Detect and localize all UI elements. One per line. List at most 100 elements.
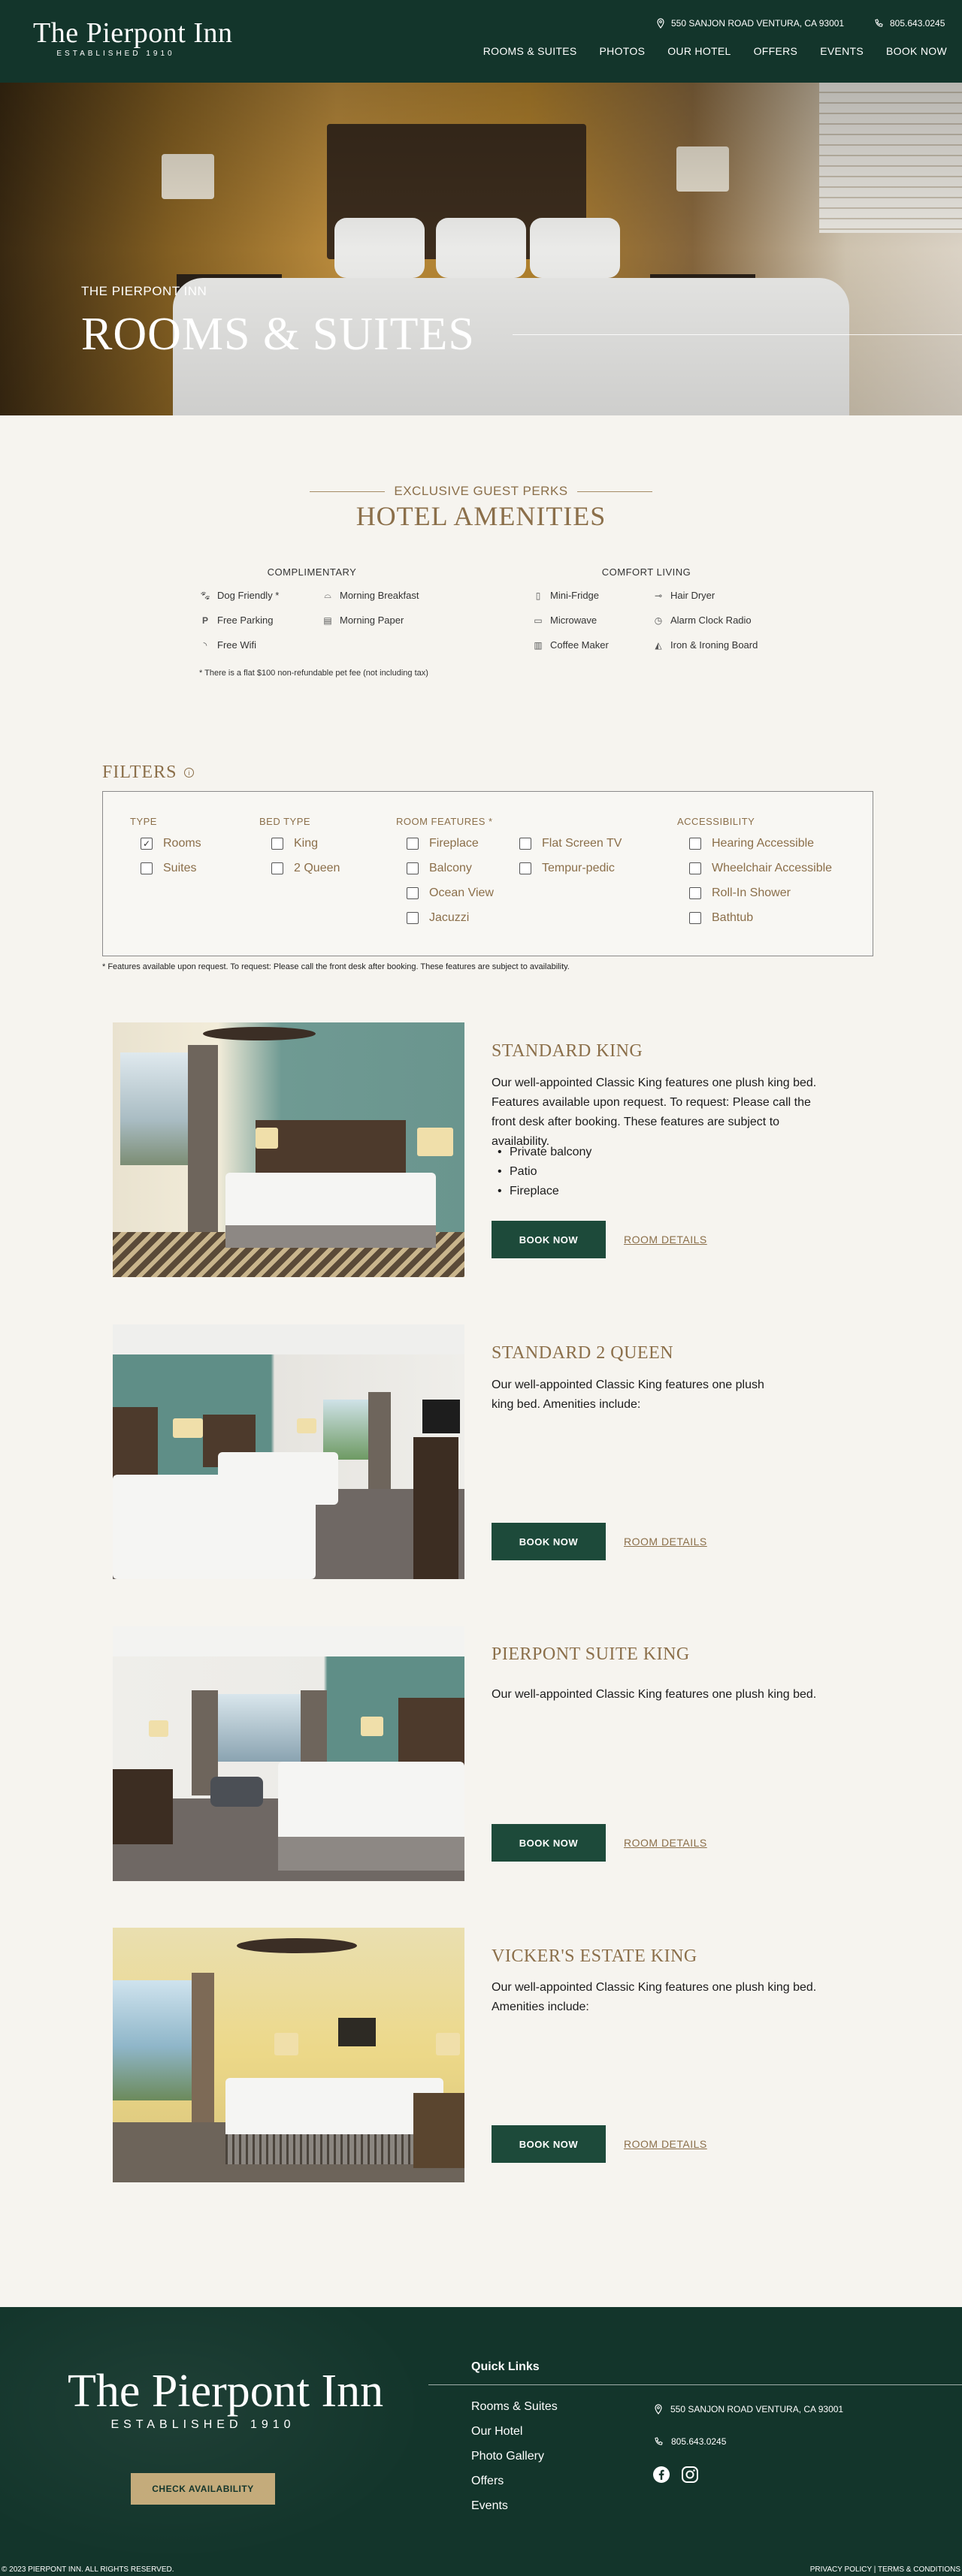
nav-rooms-suites[interactable]: ROOMS & SUITES [483,45,577,57]
room-details-link[interactable]: ROOM DETAILS [624,1837,707,1849]
checkbox[interactable] [689,862,701,874]
amenity-free-wifi: ◝ Free Wifi [199,639,256,651]
footer-logo-name: The Pierpont Inn [68,2366,384,2417]
amenity-microwave: ▭ Microwave [532,615,597,626]
footer-link-events[interactable]: Events [471,2499,508,2513]
book-now-button[interactable]: BOOK NOW [492,2125,606,2163]
filter-ocean-view[interactable]: Ocean View [407,886,494,900]
book-now-button[interactable]: BOOK NOW [492,1824,606,1862]
iron-icon: ◭ [655,639,662,651]
amenity-label: Microwave [550,615,597,626]
fridge-icon: ▯ [535,590,541,601]
footer-logo[interactable]: The Pierpont Inn ESTABLISHED 1910 [68,2366,384,2432]
amenity-iron: ◭ Iron & Ironing Board [652,639,758,651]
filter-option-label: Jacuzzi [429,911,470,924]
main-nav: ROOMS & SUITES PHOTOS OUR HOTEL OFFERS E… [483,45,947,57]
filter-option-label: Flat Screen TV [542,837,622,850]
room-details-link[interactable]: ROOM DETAILS [624,2138,707,2150]
filter-king[interactable]: King [271,837,318,850]
filter-flat-screen-tv[interactable]: Flat Screen TV [519,837,622,850]
amenity-mini-fridge: ▯ Mini-Fridge [532,590,599,601]
room-image-vickers-estate-king[interactable] [113,1928,464,2182]
checkbox[interactable] [519,862,531,874]
nav-our-hotel[interactable]: OUR HOTEL [667,45,731,57]
checkbox-checked[interactable]: ✓ [141,838,153,850]
filter-hearing-accessible[interactable]: Hearing Accessible [689,837,814,850]
header-phone-text: 805.643.0245 [890,18,945,29]
footer-link-offers[interactable]: Offers [471,2475,504,2488]
book-now-button[interactable]: BOOK NOW [492,1221,606,1258]
room-feature-item: Fireplace [492,1182,591,1201]
nav-events[interactable]: EVENTS [820,45,864,57]
footer-link-rooms-suites[interactable]: Rooms & Suites [471,2400,558,2414]
filter-option-label: Hearing Accessible [712,837,815,850]
checkbox[interactable] [689,912,701,924]
site-logo[interactable]: The Pierpont Inn ESTABLISHED 1910 [33,17,233,58]
microwave-icon: ▭ [534,615,543,626]
nav-book-now[interactable]: BOOK NOW [886,45,947,57]
quick-links-title: Quick Links [471,2360,540,2373]
room-details-link[interactable]: ROOM DETAILS [624,1536,707,1548]
header-address[interactable]: 550 SANJON ROAD VENTURA, CA 93001 [656,18,844,29]
amenity-hair-dryer: ⊸ Hair Dryer [652,590,715,601]
checkbox[interactable] [407,912,419,924]
checkbox[interactable] [141,862,153,874]
checkbox[interactable] [407,862,419,874]
filter-option-label: Bathtub [712,911,754,924]
room-description: Our well-appointed Classic King features… [492,1077,817,1148]
footer-link-our-hotel[interactable]: Our Hotel [471,2425,522,2439]
footer-link-photo-gallery[interactable]: Photo Gallery [471,2450,544,2463]
room-title: STANDARD 2 QUEEN [492,1343,674,1363]
check-availability-button[interactable]: CHECK AVAILABILITY [131,2473,275,2505]
complimentary-heading: COMPLIMENTARY [267,566,357,578]
logo-name: The Pierpont Inn [33,17,233,49]
filter-option-label: Wheelchair Accessible [712,862,833,874]
checkbox[interactable] [519,838,531,850]
nav-photos[interactable]: PHOTOS [600,45,646,57]
filter-wheelchair-accessible[interactable]: Wheelchair Accessible [689,862,832,875]
filter-balcony[interactable]: Balcony [407,862,472,875]
wifi-icon: ◝ [203,639,207,651]
info-icon[interactable]: i [184,768,195,778]
footer-address[interactable]: 550 SANJON ROAD VENTURA, CA 93001 [654,2404,843,2414]
room-description: Our well-appointed Classic King features… [492,1379,764,1411]
nav-offers[interactable]: OFFERS [754,45,798,57]
amenity-label: Coffee Maker [550,639,609,651]
parking-icon: P [201,615,208,626]
filter-2-queen[interactable]: 2 Queen [271,862,340,875]
room-details-link[interactable]: ROOM DETAILS [624,1234,707,1246]
alarm-clock-icon: ◷ [654,615,663,626]
facebook-icon[interactable] [652,2466,670,2484]
filters-title-text: FILTERS [102,763,177,782]
checkbox[interactable] [271,838,283,850]
filter-option-label: Ocean View [429,886,494,899]
checkbox[interactable] [689,887,701,899]
header-address-text: 550 SANJON ROAD VENTURA, CA 93001 [671,18,845,29]
header-phone[interactable]: 805.643.0245 [874,18,945,29]
cloche-icon: ⌓ [324,590,331,600]
filter-jacuzzi[interactable]: Jacuzzi [407,911,469,925]
filter-roll-in-shower[interactable]: Roll-In Shower [689,886,791,900]
room-description: Our well-appointed Classic King features… [492,1981,817,2013]
legal-links[interactable]: PRIVACY POLICY | TERMS & CONDITIONS [810,2565,960,2574]
filter-bathtub[interactable]: Bathtub [689,911,753,925]
instagram-icon[interactable] [681,2466,699,2484]
footer-phone[interactable]: 805.643.0245 [654,2436,726,2447]
room-image-standard-king[interactable] [113,1022,464,1277]
footer-address-text: 550 SANJON ROAD VENTURA, CA 93001 [670,2404,844,2414]
room-image-standard-2-queen[interactable] [113,1324,464,1579]
hair-dryer-icon: ⊸ [654,590,663,601]
checkbox[interactable] [689,838,701,850]
filter-rooms[interactable]: ✓ Rooms [141,837,201,850]
checkbox[interactable] [271,862,283,874]
logo-established: ESTABLISHED 1910 [56,50,175,58]
book-now-button[interactable]: BOOK NOW [492,1523,606,1560]
filters-title: FILTERS i [102,763,195,783]
checkbox[interactable] [407,887,419,899]
filter-tempur-pedic[interactable]: Tempur-pedic [519,862,615,875]
filter-suites[interactable]: Suites [141,862,196,875]
filter-group-accessibility: ACCESSIBILITY [677,816,755,827]
room-image-pierpont-suite-king[interactable] [113,1626,464,1881]
filter-fireplace[interactable]: Fireplace [407,837,479,850]
checkbox[interactable] [407,838,419,850]
